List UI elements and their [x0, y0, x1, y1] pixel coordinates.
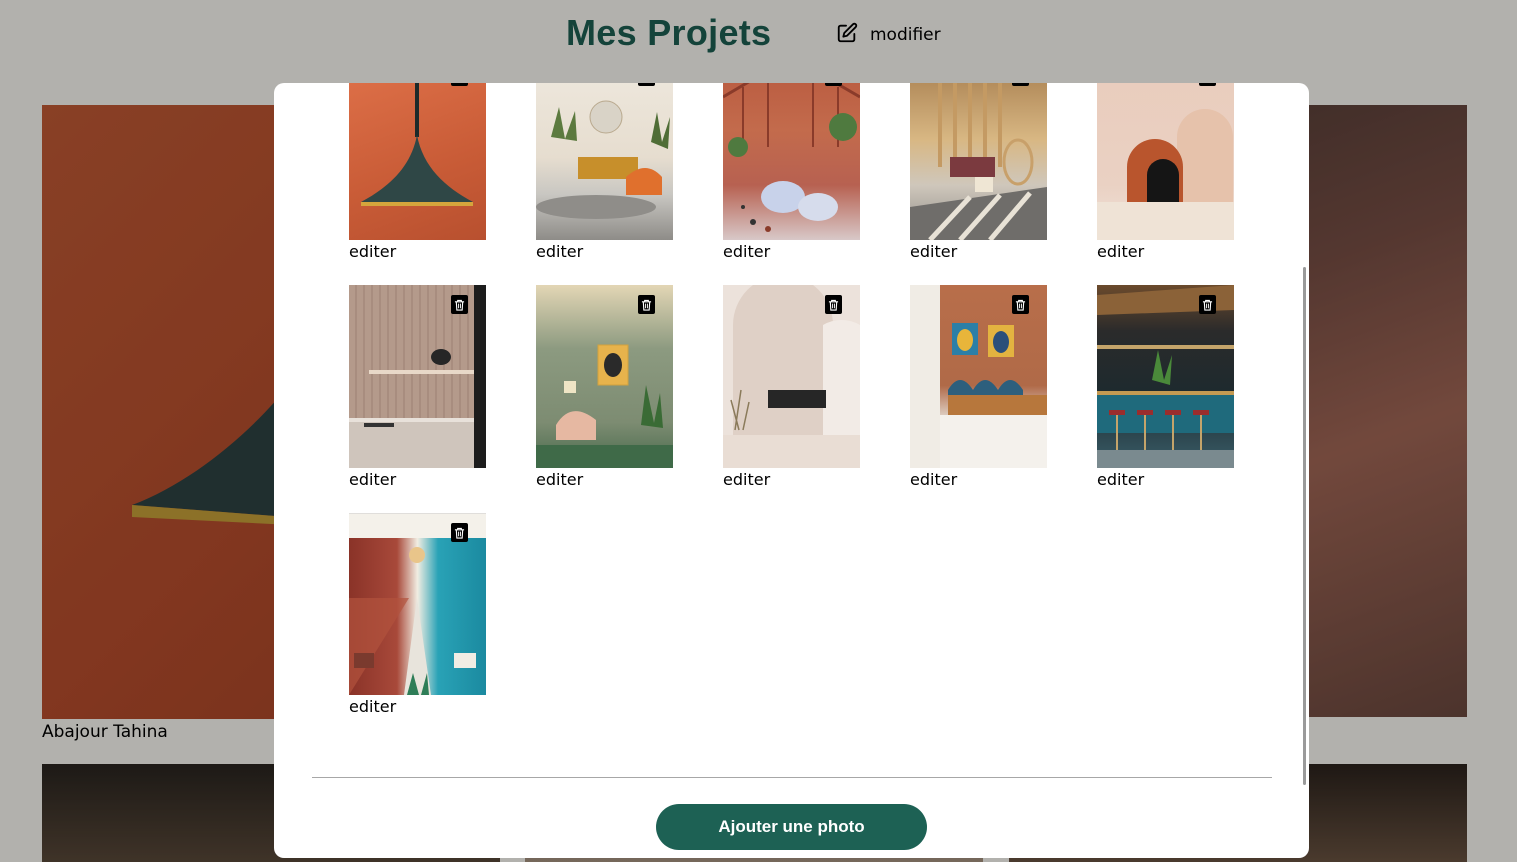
photo-thumbnail: [910, 285, 1047, 468]
delete-photo-button[interactable]: [1012, 295, 1029, 314]
edit-photo-link[interactable]: editer: [536, 242, 673, 262]
photo-tile: editer: [349, 513, 486, 717]
add-photo-button[interactable]: Ajouter une photo: [656, 804, 927, 850]
photo-tile: editer: [536, 285, 673, 490]
photo-tile: editer: [536, 83, 673, 262]
delete-photo-button[interactable]: [638, 295, 655, 314]
trash-icon: [1015, 299, 1026, 311]
trash-icon: [828, 299, 839, 311]
edit-photo-link[interactable]: editer: [536, 470, 673, 490]
delete-photo-button[interactable]: [1199, 295, 1216, 314]
photo-thumbnail: [910, 83, 1047, 240]
photo-thumbnail: [349, 83, 486, 240]
edit-photo-link[interactable]: editer: [349, 470, 486, 490]
photo-tile: editer: [723, 285, 860, 490]
photo-grid[interactable]: editer editer editer editer editer edite…: [349, 83, 1249, 763]
delete-photo-button[interactable]: [451, 295, 468, 314]
photo-thumbnail: [1097, 285, 1234, 468]
trash-icon: [641, 299, 652, 311]
photo-thumbnail: [723, 285, 860, 468]
photo-tile: editer: [349, 83, 486, 262]
photo-tile: editer: [910, 285, 1047, 490]
photo-tile: editer: [1097, 285, 1234, 490]
photo-thumbnail: [536, 83, 673, 240]
delete-photo-button[interactable]: [825, 83, 842, 86]
photo-tile: editer: [349, 285, 486, 490]
edit-photo-link[interactable]: editer: [1097, 242, 1234, 262]
photo-tile: editer: [910, 83, 1047, 262]
edit-photo-link[interactable]: editer: [349, 242, 486, 262]
delete-photo-button[interactable]: [825, 295, 842, 314]
photo-thumbnail: [349, 285, 486, 468]
delete-photo-button[interactable]: [1012, 83, 1029, 86]
edit-photo-link[interactable]: editer: [910, 242, 1047, 262]
photo-thumbnail: [723, 83, 860, 240]
photo-tile: editer: [723, 83, 860, 262]
photo-thumbnail: [349, 513, 486, 695]
edit-photo-link[interactable]: editer: [349, 697, 486, 717]
delete-photo-button[interactable]: [451, 83, 468, 86]
photo-thumbnail: [1097, 83, 1234, 240]
trash-icon: [1202, 299, 1213, 311]
delete-photo-button[interactable]: [451, 523, 468, 542]
trash-icon: [454, 299, 465, 311]
trash-icon: [454, 527, 465, 539]
delete-photo-button[interactable]: [1199, 83, 1216, 86]
photo-gallery-modal: editer editer editer editer editer edite…: [274, 83, 1309, 858]
modal-divider: [312, 777, 1272, 778]
photo-thumbnail: [536, 285, 673, 468]
edit-photo-link[interactable]: editer: [723, 242, 860, 262]
edit-photo-link[interactable]: editer: [723, 470, 860, 490]
photo-tile: editer: [1097, 83, 1234, 262]
edit-photo-link[interactable]: editer: [910, 470, 1047, 490]
delete-photo-button[interactable]: [638, 83, 655, 86]
edit-photo-link[interactable]: editer: [1097, 470, 1234, 490]
modal-scrollbar[interactable]: [1303, 267, 1306, 785]
